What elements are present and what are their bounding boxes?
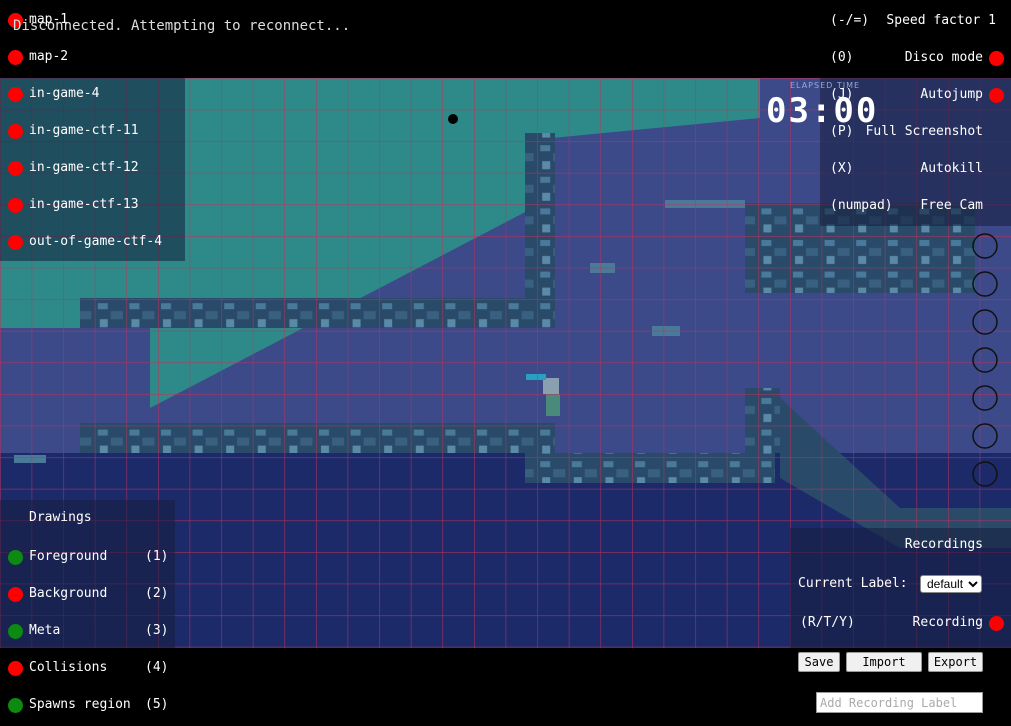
control-free-cam[interactable]: (numpad) Free Cam [0, 196, 1011, 216]
shortcut-key: (1) [145, 549, 169, 564]
shortcut-key: (0) [830, 50, 854, 65]
layer-background[interactable]: Background (2) [0, 584, 200, 604]
map-item-out-of-game-ctf-4[interactable]: out-of-game-ctf-4 [0, 232, 200, 252]
shortcut-key: (X) [830, 161, 854, 176]
toggle-indicator-icon[interactable] [989, 88, 1004, 103]
control-label: Disco mode [904, 50, 983, 65]
shortcut-key: (-/=) [830, 13, 870, 28]
recordings-title: Recordings [904, 537, 983, 552]
toggle-indicator-icon[interactable] [8, 235, 23, 250]
shortcut-key: (J) [830, 87, 854, 102]
control-label: Autojump [920, 87, 983, 102]
toggle-indicator-icon[interactable] [989, 616, 1004, 631]
save-button[interactable]: Save [798, 652, 840, 672]
layer-label: Foreground [29, 549, 108, 564]
toggle-indicator-icon[interactable] [8, 587, 23, 602]
shortcut-key: (numpad) [830, 198, 893, 213]
layer-label: Collisions [29, 660, 108, 675]
layer-foreground[interactable]: Foreground (1) [0, 547, 200, 567]
control-disco-mode[interactable]: (0) Disco mode [0, 48, 1011, 68]
control-autokill[interactable]: (X) Autokill [0, 159, 1011, 179]
toggle-indicator-icon[interactable] [8, 550, 23, 565]
control-label: Speed factor 1 [886, 13, 996, 28]
shortcut-key: (2) [145, 586, 169, 601]
current-label-text: Current Label: [798, 576, 908, 591]
add-recording-label-input[interactable] [816, 692, 983, 713]
control-autojump[interactable]: (J) Autojump [0, 85, 1011, 105]
control-label: Full Screenshot [865, 124, 983, 139]
shortcut-key: (5) [145, 697, 169, 712]
connection-status: Disconnected. Attempting to reconnect... [13, 18, 351, 34]
control-label: Autokill [920, 161, 983, 176]
shortcut-key: (R/T/Y) [800, 615, 855, 630]
control-label: Recording [912, 615, 983, 630]
label-select[interactable]: default [920, 575, 982, 593]
map-label: out-of-game-ctf-4 [29, 234, 163, 249]
control-recording[interactable]: (R/T/Y) Recording [0, 613, 1011, 633]
import-button[interactable]: Import [846, 652, 922, 672]
export-button[interactable]: Export [928, 652, 983, 672]
control-label: Free Cam [920, 198, 983, 213]
layer-label: Background [29, 586, 108, 601]
shortcut-key: (4) [145, 660, 169, 675]
layer-collisions[interactable]: Collisions (4) [0, 658, 200, 678]
toggle-indicator-icon[interactable] [8, 698, 23, 713]
drawings-title: Drawings [29, 510, 92, 525]
toggle-indicator-icon[interactable] [8, 661, 23, 676]
game-view[interactable]: ELAPSED TIME 03:00 Disconnected. Attempt… [0, 0, 1011, 726]
shortcut-key: (P) [830, 124, 854, 139]
layer-label: Spawns region [29, 697, 131, 712]
control-full-screenshot[interactable]: (P) Full Screenshot [0, 122, 1011, 142]
layer-spawns-region[interactable]: Spawns region (5) [0, 695, 200, 715]
toggle-indicator-icon[interactable] [989, 51, 1004, 66]
